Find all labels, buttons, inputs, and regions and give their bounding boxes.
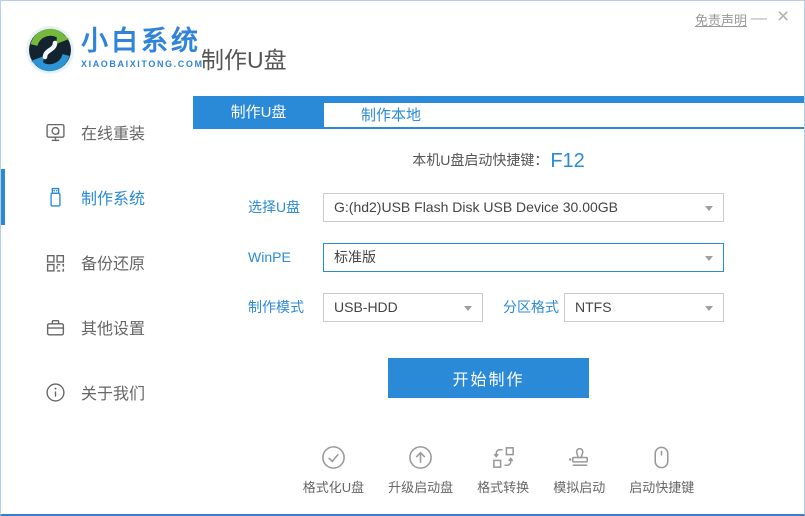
briefcase-icon <box>45 317 66 338</box>
usb-select-value: G:(hd2)USB Flash Disk USB Device 30.00GB <box>334 199 618 215</box>
sidebar: 在线重装 制作系统 备份还原 <box>1 96 193 514</box>
mouse-icon <box>648 444 675 471</box>
tool-label: 模拟启动 <box>553 477 605 496</box>
page-title: 制作U盘 <box>201 41 287 75</box>
app-logo-icon <box>25 25 75 75</box>
tool-format-convert[interactable]: 格式转换 <box>477 444 529 496</box>
check-circle-icon <box>320 444 347 471</box>
tool-upgrade-boot-disk[interactable]: 升级启动盘 <box>388 444 453 496</box>
backup-grid-icon <box>45 252 66 273</box>
winpe-select-value: 标准版 <box>334 249 376 265</box>
tool-format-usb[interactable]: 格式化U盘 <box>303 444 364 496</box>
sidebar-item-backup-restore[interactable]: 备份还原 <box>1 242 193 282</box>
chevron-down-icon <box>464 306 472 311</box>
usb-select[interactable]: G:(hd2)USB Flash Disk USB Device 30.00GB <box>323 193 724 222</box>
sidebar-item-make-system[interactable]: 制作系统 <box>1 177 193 217</box>
disclaimer-link[interactable]: 免责声明 <box>695 10 747 29</box>
minimize-button[interactable]: — <box>751 11 767 27</box>
sidebar-item-about-us[interactable]: 关于我们 <box>1 372 193 412</box>
winpe-select[interactable]: 标准版 <box>323 243 724 272</box>
monitor-icon <box>45 122 66 143</box>
tool-simulate-boot[interactable]: 模拟启动 <box>553 444 605 496</box>
tool-label: 启动快捷键 <box>629 477 694 496</box>
mode-select[interactable]: USB-HDD <box>323 293 483 322</box>
mode-select-value: USB-HDD <box>334 299 398 315</box>
app-name: 小白系统 <box>81 28 204 55</box>
partition-select-value: NTFS <box>575 299 612 315</box>
sidebar-item-label: 其他设置 <box>81 315 145 339</box>
convert-icon <box>490 444 517 471</box>
tab-bar: 制作U盘 制作本地 <box>193 96 804 129</box>
main-content: 制作U盘 制作本地 本机U盘启动快捷键：F12 选择U盘 G:(hd2)USB … <box>193 96 804 514</box>
app-logo-text: 小白系统 XIAOBAIXITONG.COM <box>81 28 204 69</box>
sidebar-item-label: 关于我们 <box>81 380 145 404</box>
arrow-up-circle-icon <box>407 444 434 471</box>
tool-boot-hotkey[interactable]: 启动快捷键 <box>629 444 694 496</box>
close-button[interactable]: × <box>777 6 789 27</box>
winpe-select-row: WinPE 标准版 <box>193 243 804 272</box>
tool-label: 格式化U盘 <box>303 477 364 496</box>
info-icon <box>45 382 66 403</box>
footer-tools: 格式化U盘 升级启动盘 格式转换 <box>193 444 804 496</box>
chevron-down-icon <box>705 206 713 211</box>
app-domain: XIAOBAIXITONG.COM <box>81 60 204 69</box>
app-window: 小白系统 XIAOBAIXITONG.COM 制作U盘 免责声明 — × 在线重… <box>0 0 805 516</box>
tab-make-local[interactable]: 制作本地 <box>324 103 458 129</box>
boot-hotkey-line: 本机U盘启动快捷键：F12 <box>193 150 804 173</box>
chevron-down-icon <box>705 306 713 311</box>
start-make-button[interactable]: 开始制作 <box>388 358 589 398</box>
tool-label: 升级启动盘 <box>388 477 453 496</box>
mode-select-label: 制作模式 <box>248 293 304 322</box>
mode-partition-row: 制作模式 USB-HDD 分区格式 NTFS <box>193 293 804 322</box>
sidebar-item-label: 制作系统 <box>81 185 145 209</box>
usb-icon <box>45 187 66 208</box>
sidebar-item-other-settings[interactable]: 其他设置 <box>1 307 193 347</box>
sidebar-item-label: 备份还原 <box>81 250 145 274</box>
chevron-down-icon <box>705 256 713 261</box>
sidebar-item-online-reinstall[interactable]: 在线重装 <box>1 112 193 152</box>
partition-select-label: 分区格式 <box>503 293 559 322</box>
usb-select-row: 选择U盘 G:(hd2)USB Flash Disk USB Device 30… <box>193 193 804 222</box>
partition-select[interactable]: NTFS <box>564 293 724 322</box>
winpe-select-label: WinPE <box>248 243 291 272</box>
sidebar-item-label: 在线重装 <box>81 120 145 144</box>
stamp-icon <box>566 444 593 471</box>
usb-select-label: 选择U盘 <box>248 193 300 222</box>
boot-hotkey-label: 本机U盘启动快捷键： <box>412 152 548 168</box>
tab-make-usb[interactable]: 制作U盘 <box>193 96 324 129</box>
boot-hotkey-value: F12 <box>550 150 584 172</box>
tool-label: 格式转换 <box>477 477 529 496</box>
